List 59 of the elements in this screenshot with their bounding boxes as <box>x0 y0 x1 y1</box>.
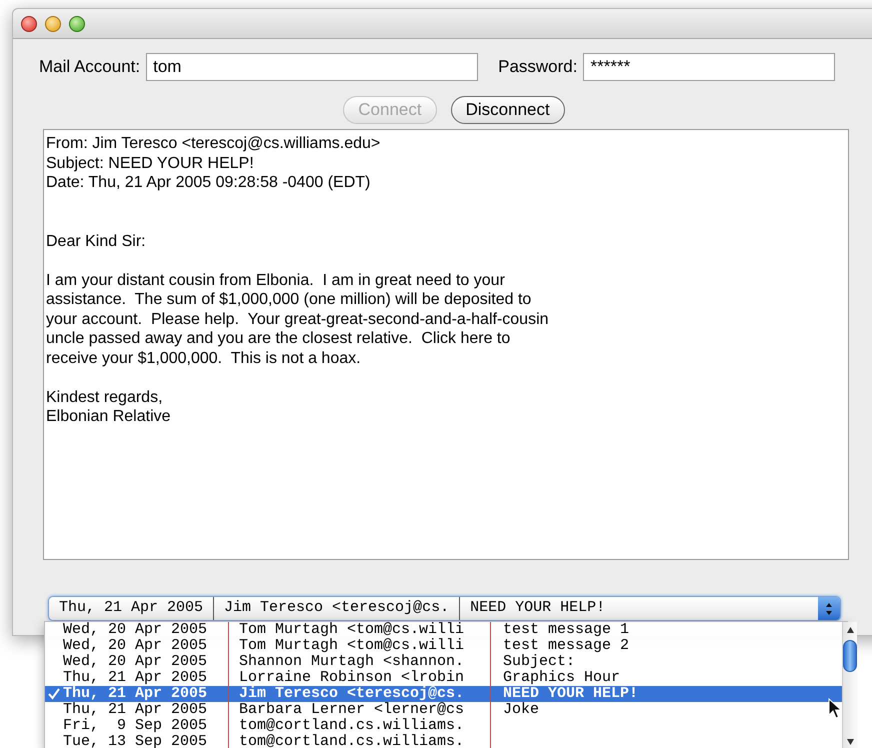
menu-item-text: Wed, 20 Apr 2005 <box>63 622 208 638</box>
menu-item-text: Jim Teresco <terescoj@cs. <box>239 686 464 702</box>
menu-item-text: Barbara Lerner <lerner@cs <box>239 702 464 718</box>
mouse-pointer-icon <box>828 698 842 720</box>
checkmark-icon <box>48 688 60 700</box>
message-menu-item[interactable]: Wed, 20 Apr 2005 Tom Murtagh <tom@cs.willi test message 2 <box>45 638 842 654</box>
menu-item-text: Subject: <box>503 654 576 670</box>
mail-account-field[interactable]: tom <box>146 53 478 81</box>
menu-item-text: Wed, 20 Apr 2005 <box>63 638 208 654</box>
popup-value-text: NEED YOUR HELP! <box>469 598 606 618</box>
message-text-area[interactable] <box>43 129 849 560</box>
body-text-line: receive your $1,000,000. This is not a hoax. <box>46 348 361 368</box>
password-label: Password: <box>498 56 578 78</box>
body-text-line: Dear Kind Sir: <box>46 232 146 251</box>
menu-item-text: Thu, 21 Apr 2005 <box>63 702 208 718</box>
message-menu-item[interactable]: Fri, 9 Sep 2005 tom@cortland.cs.williams. <box>45 718 842 734</box>
header-line: Subject: NEED YOUR HELP! <box>46 154 254 173</box>
menu-item-text: Tue, 13 Sep 2005 <box>63 734 208 748</box>
body-text-line: uncle passed away and you are the closest relative. Click here to <box>46 329 510 348</box>
menu-item-text: Thu, 21 Apr 2005 <box>63 670 208 686</box>
header-line: Date: Thu, 21 Apr 2005 09:28:58 -0400 (EDT) <box>46 173 370 192</box>
body-text-line: your account. Please help. Your great-great-second-and-a-half-cousin <box>46 310 549 329</box>
zoom-button[interactable] <box>69 16 85 32</box>
menu-item-text: Tom Murtagh <tom@cs.willi <box>239 638 464 654</box>
menu-item-text: Fri, 9 Sep 2005 <box>63 718 208 734</box>
scrollbar[interactable] <box>842 622 858 748</box>
popup-value-text: Jim Teresco <terescoj@cs. <box>214 597 460 620</box>
menu-item-text: Lorraine Robinson <lrobin <box>239 670 464 686</box>
menu-item-text: test message 1 <box>503 622 630 638</box>
menu-item-text: Shannon Murtagh <shannon. <box>239 654 464 670</box>
message-menu-item[interactable]: Wed, 20 Apr 2005 Shannon Murtagh <shannon. Subject: <box>45 654 842 670</box>
mail-account-label: Mail Account: <box>39 56 140 78</box>
minimize-button[interactable] <box>45 16 61 32</box>
scroll-up-icon[interactable] <box>846 626 855 634</box>
menu-item-text: Thu, 21 Apr 2005 <box>63 686 208 702</box>
menu-item-text: NEED YOUR HELP! <box>503 686 638 702</box>
password-field[interactable]: ****** <box>583 53 836 81</box>
message-menu-item[interactable]: Thu, 21 Apr 2005 Barbara Lerner <lerner@cs Joke <box>45 702 842 718</box>
menu-item-text: test message 2 <box>503 638 630 654</box>
menu-item-text: tom@cortland.cs.williams. <box>239 734 464 748</box>
menu-item-text: Graphics Hour <box>503 670 620 686</box>
scroll-down-icon[interactable] <box>846 738 855 746</box>
scroll-thumb[interactable] <box>843 640 858 672</box>
close-button[interactable] <box>21 16 37 32</box>
menu-item-text: tom@cortland.cs.williams. <box>239 718 464 734</box>
message-popup-button[interactable]: Thu, 21 Apr 2005 Jim Teresco <terescoj@cs. NEED YOUR HELP! <box>48 596 841 621</box>
header-line: From: Jim Teresco <terescoj@cs.williams.edu> <box>46 134 380 154</box>
body-text-line: assistance. The sum of $1,000,000 (one million) will be deposited to <box>46 290 532 310</box>
popup-arrows-icon <box>818 597 840 620</box>
message-menu-item[interactable]: Tue, 13 Sep 2005 tom@cortland.cs.williams. <box>45 734 842 748</box>
disconnect-button[interactable]: Disconnect <box>450 96 565 124</box>
body-text-line: I am your distant cousin from Elbonia. I am in great need to your <box>46 270 505 290</box>
message-menu-item[interactable]: Wed, 20 Apr 2005 Tom Murtagh <tom@cs.willi test message 1 <box>45 622 842 638</box>
menu-item-text: Tom Murtagh <tom@cs.willi <box>239 622 464 638</box>
popup-value-text: Thu, 21 Apr 2005 <box>49 597 214 620</box>
body-text-line: Elbonian Relative <box>46 407 171 426</box>
menu-item-text: Joke <box>503 702 540 718</box>
body-text-line: Kindest regards, <box>46 388 163 407</box>
menu-item-text: Wed, 20 Apr 2005 <box>63 654 208 670</box>
